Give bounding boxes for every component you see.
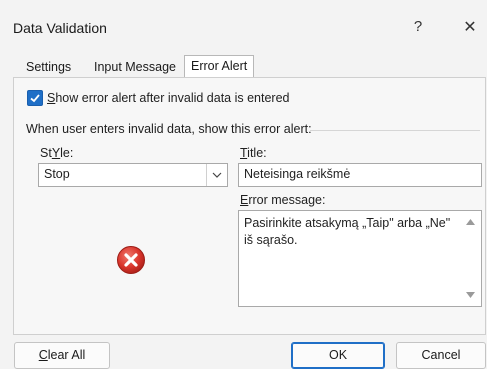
tab-input-message[interactable]: Input Message	[88, 57, 182, 77]
title-label: Title:	[240, 146, 267, 160]
style-label: StYle:	[40, 146, 74, 160]
group-label: When user enters invalid data, show this…	[26, 122, 312, 136]
error-message-textarea[interactable]: Pasirinkite atsakymą „Taip" arba „Ne" iš…	[238, 210, 482, 307]
error-message-text: Pasirinkite atsakymą „Taip" arba „Ne" iš…	[244, 216, 451, 247]
clear-all-button[interactable]: Clear All	[14, 342, 110, 369]
title-bar: Data Validation ? ✕	[0, 0, 487, 44]
chevron-down-icon	[212, 172, 222, 178]
check-icon	[30, 94, 40, 103]
style-dropdown[interactable]: Stop	[38, 163, 228, 187]
error-stop-icon	[117, 246, 145, 274]
error-message-label: Error message:	[240, 193, 326, 207]
scroll-down-icon[interactable]	[466, 292, 475, 298]
dialog-title: Data Validation	[13, 20, 107, 36]
data-validation-dialog: Data Validation ? ✕ Settings Input Messa…	[0, 0, 487, 369]
cancel-button[interactable]: Cancel	[396, 342, 486, 369]
show-alert-checkbox[interactable]	[27, 90, 43, 106]
close-button[interactable]: ✕	[458, 16, 482, 40]
ok-button[interactable]: OK	[291, 342, 385, 369]
group-divider	[310, 130, 480, 131]
title-input[interactable]: Neteisinga reikšmė	[238, 163, 482, 187]
tab-error-alert[interactable]: Error Alert	[184, 55, 255, 78]
show-alert-label[interactable]: Show error alert after invalid data is e…	[47, 91, 290, 105]
tab-settings[interactable]: Settings	[20, 57, 77, 77]
dropdown-arrow[interactable]	[206, 164, 227, 186]
style-value: Stop	[44, 167, 70, 181]
scroll-up-icon[interactable]	[466, 219, 475, 225]
title-value: Neteisinga reikšmė	[244, 167, 351, 181]
help-button[interactable]: ?	[408, 18, 428, 38]
